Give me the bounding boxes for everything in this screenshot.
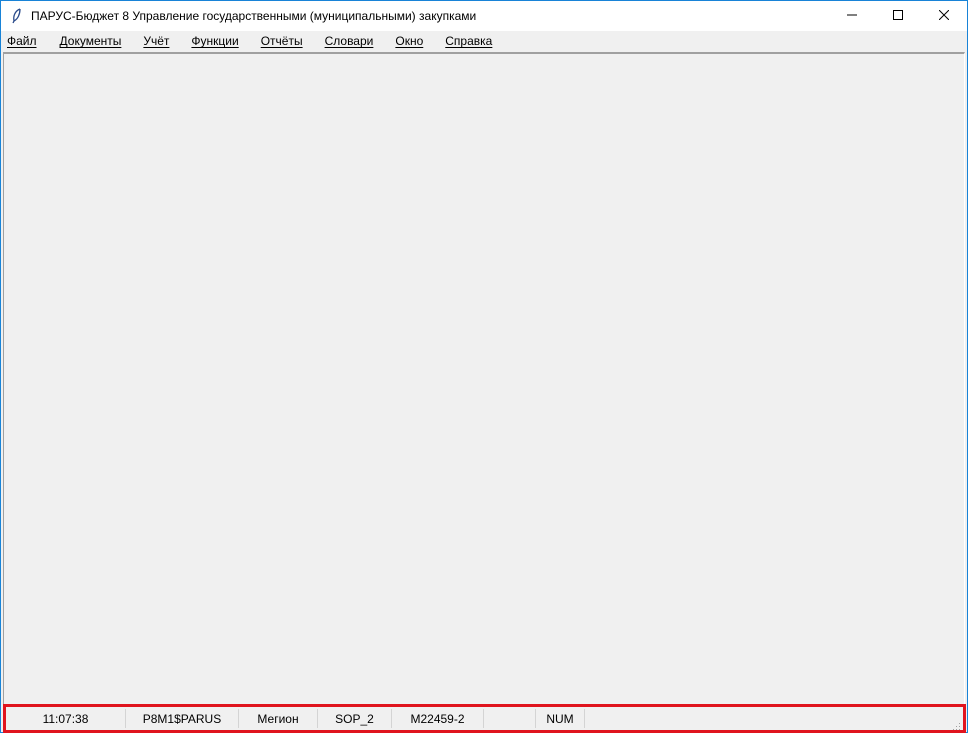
status-workstation: M22459-2: [392, 709, 484, 728]
menu-file[interactable]: Файл: [1, 31, 43, 52]
feather-icon[interactable]: [9, 8, 25, 24]
status-time: 11:07:38: [6, 709, 126, 728]
status-bar: 11:07:38 P8M1$PARUS Мегион SOP_2 M22459-…: [3, 704, 966, 733]
status-organization: Мегион: [239, 709, 318, 728]
resize-grip-icon[interactable]: [953, 720, 961, 730]
menu-reports[interactable]: Отчёты: [245, 31, 309, 52]
menu-window[interactable]: Окно: [379, 31, 429, 52]
menu-accounting[interactable]: Учёт: [127, 31, 175, 52]
window-controls: [829, 1, 967, 31]
app-window: ПАРУС-Бюджет 8 Управление государственны…: [0, 0, 968, 733]
status-caps: [484, 709, 536, 728]
menu-bar: Файл Документы Учёт Функции Отчёты Слова…: [1, 31, 967, 52]
menu-dictionaries[interactable]: Словари: [309, 31, 380, 52]
status-message: [585, 709, 963, 728]
minimize-icon: [847, 9, 857, 23]
mdi-client-area[interactable]: [3, 52, 965, 704]
minimize-button[interactable]: [829, 1, 875, 31]
maximize-icon: [893, 9, 903, 23]
status-num: NUM: [536, 709, 585, 728]
menu-documents[interactable]: Документы: [43, 31, 128, 52]
status-user: P8M1$PARUS: [126, 709, 239, 728]
status-server: SOP_2: [318, 709, 392, 728]
menu-strip: Файл Документы Учёт Функции Отчёты Слова…: [1, 31, 519, 52]
close-icon: [938, 9, 950, 23]
menu-help[interactable]: Справка: [429, 31, 498, 52]
window-title: ПАРУС-Бюджет 8 Управление государственны…: [31, 9, 477, 23]
title-bar[interactable]: ПАРУС-Бюджет 8 Управление государственны…: [1, 1, 967, 31]
close-button[interactable]: [921, 1, 967, 31]
maximize-button[interactable]: [875, 1, 921, 31]
menu-functions[interactable]: Функции: [175, 31, 244, 52]
